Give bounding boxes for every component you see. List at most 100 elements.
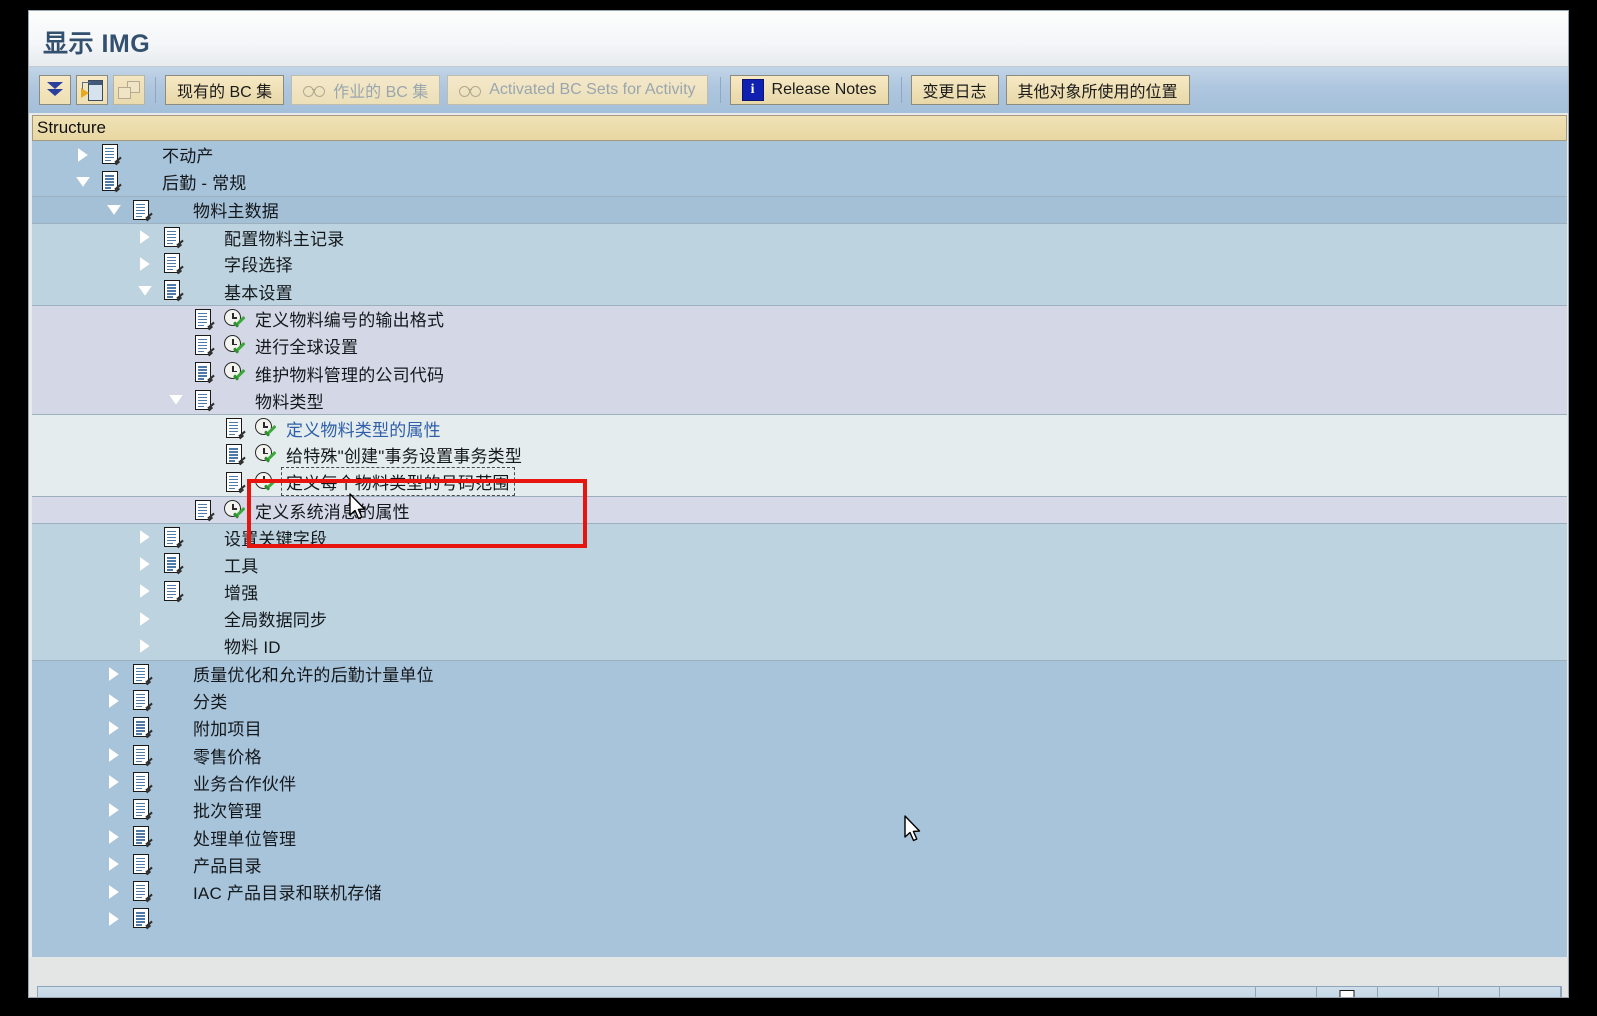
tree-row-label[interactable]: 质量优化和允许的后勤计量单位 xyxy=(193,661,434,686)
tree-row[interactable]: 物料类型 xyxy=(32,386,1567,414)
tree-row[interactable]: 增强 xyxy=(32,577,1567,606)
tree-expand-triangle-icon[interactable] xyxy=(138,530,152,545)
tree-row[interactable]: 设置关键字段 xyxy=(32,523,1567,551)
status-cell-window-icon[interactable] xyxy=(1317,987,1378,997)
img-activity-clock-check-icon[interactable] xyxy=(224,335,246,356)
tree-row[interactable]: 产品目录 xyxy=(32,850,1567,879)
tree-expand-triangle-icon[interactable] xyxy=(107,830,121,845)
tree-row[interactable]: 业务合作伙伴 xyxy=(32,768,1567,797)
tree-row[interactable]: 不动产 xyxy=(32,141,1567,169)
tree-row[interactable]: 字段选择 xyxy=(32,250,1567,278)
tree-row-label[interactable]: 零售价格 xyxy=(193,743,262,768)
tree-row-label[interactable]: 物料类型 xyxy=(255,388,324,413)
tree-row[interactable]: 定义物料编号的输出格式 xyxy=(32,304,1567,333)
tree-row-label[interactable]: 不动产 xyxy=(162,142,214,167)
tree-expand-triangle-icon[interactable] xyxy=(138,256,152,271)
tree-row[interactable]: 物料主数据 xyxy=(32,195,1567,223)
tree-row-label[interactable]: 定义物料编号的输出格式 xyxy=(255,306,444,331)
img-activity-clock-check-icon[interactable] xyxy=(255,417,277,439)
existing-bc-sets-button[interactable]: 现有的 BC 集 xyxy=(165,75,285,105)
tree-expand-triangle-icon[interactable] xyxy=(107,775,121,790)
img-activity-clock-check-icon[interactable] xyxy=(224,499,246,521)
tree-row[interactable]: 配置物料主记录 xyxy=(32,222,1567,251)
tree-row[interactable]: 附加项目 xyxy=(32,714,1567,742)
tree-row-label[interactable]: 业务合作伙伴 xyxy=(193,770,296,795)
release-notes-button[interactable]: i Release Notes xyxy=(729,75,889,105)
tree-row-label[interactable]: 工具 xyxy=(224,552,258,577)
tree-row-label[interactable]: 物料主数据 xyxy=(193,197,279,222)
tree-expand-triangle-icon[interactable] xyxy=(107,857,121,872)
tree-row[interactable]: 基本设置 xyxy=(32,277,1567,305)
tree-row-label[interactable]: 设置关键字段 xyxy=(224,525,327,550)
img-activity-clock-check-icon[interactable] xyxy=(224,362,246,383)
tree-row-label[interactable]: 附加项目 xyxy=(193,715,262,740)
tree-row-label[interactable]: 产品目录 xyxy=(193,852,262,877)
tree-row[interactable]: 零售价格 xyxy=(32,741,1567,769)
tree-row-label[interactable]: 物料 ID xyxy=(224,633,281,658)
img-structure-tree[interactable]: 不动产 后勤 - 常规物料主数据配置物料主记录 字段选择基本设置 定义物料编号的输出格… xyxy=(32,141,1567,957)
tree-row[interactable]: IAC 产品目录和联机存储 xyxy=(32,878,1567,906)
tree-row-label[interactable]: IAC 产品目录和联机存储 xyxy=(193,879,382,904)
bc-sets-for-activity-button[interactable]: 作业的 BC 集 xyxy=(291,75,441,105)
img-activity-clock-check-icon[interactable] xyxy=(255,444,277,465)
tree-expand-triangle-icon[interactable] xyxy=(107,884,121,899)
status-cell-3[interactable] xyxy=(1439,987,1500,997)
tree-row-label[interactable]: 批次管理 xyxy=(193,797,262,822)
tree-row-label[interactable]: 给特殊"创建"事务设置事务类型 xyxy=(286,442,522,467)
tree-row-label[interactable]: 定义物料类型的属性 xyxy=(286,416,441,441)
tree-row[interactable]: 质量优化和允许的后勤计量单位 xyxy=(32,659,1567,687)
tree-collapse-triangle-icon[interactable] xyxy=(169,393,183,407)
tree-row[interactable]: 物料 ID xyxy=(32,632,1567,660)
img-activity-clock-check-icon[interactable] xyxy=(255,471,277,493)
tree-expand-triangle-icon[interactable] xyxy=(138,230,152,245)
tree-row-label[interactable]: 定义每个物料类型的号码范围 xyxy=(281,467,515,497)
tree-row-label[interactable]: 处理单位管理 xyxy=(193,825,296,850)
tree-row-label[interactable]: 字段选择 xyxy=(224,251,293,276)
img-activity-clock-check-icon[interactable] xyxy=(224,308,246,330)
status-cell-4[interactable] xyxy=(1500,987,1561,997)
tree-row[interactable]: 后勤 - 常规 xyxy=(32,168,1567,196)
tree-row-label[interactable]: 基本设置 xyxy=(224,279,293,304)
tree-expand-triangle-icon[interactable] xyxy=(107,693,121,708)
status-cell-2[interactable] xyxy=(1378,987,1439,997)
tree-row-label[interactable]: 增强 xyxy=(224,579,258,604)
tree-row[interactable]: 定义每个物料类型的号码范围 xyxy=(32,467,1567,497)
tree-expand-triangle-icon[interactable] xyxy=(138,584,152,599)
tree-row[interactable]: 处理单位管理 xyxy=(32,823,1567,851)
tree-row[interactable]: 工具 xyxy=(32,550,1567,578)
change-log-button[interactable]: 变更日志 xyxy=(910,75,999,105)
tree-expand-triangle-icon[interactable] xyxy=(107,911,121,926)
tree-expand-triangle-icon[interactable] xyxy=(107,666,121,681)
expand-all-button[interactable] xyxy=(39,75,71,105)
where-used-button[interactable]: 其他对象所使用的位置 xyxy=(1005,75,1190,105)
tree-expand-triangle-icon[interactable] xyxy=(138,557,152,572)
tree-row[interactable]: 批次管理 xyxy=(32,796,1567,824)
tree-row[interactable]: 定义系统消息的属性 xyxy=(32,495,1567,524)
tree-collapse-triangle-icon[interactable] xyxy=(138,284,152,298)
tree-collapse-triangle-icon[interactable] xyxy=(76,175,90,189)
tree-expand-triangle-icon[interactable] xyxy=(107,748,121,763)
activated-bc-sets-button[interactable]: Activated BC Sets for Activity xyxy=(447,75,708,105)
tree-expand-triangle-icon[interactable] xyxy=(107,720,121,735)
tree-row[interactable]: 定义物料类型的属性 xyxy=(32,413,1567,442)
tree-row[interactable]: 进行全球设置 xyxy=(32,332,1567,360)
tree-collapse-triangle-icon[interactable] xyxy=(107,203,121,217)
tree-row[interactable]: 全局数据同步 xyxy=(32,605,1567,633)
tree-expand-triangle-icon[interactable] xyxy=(138,638,152,653)
tree-expand-triangle-icon[interactable] xyxy=(76,147,90,162)
tree-row[interactable]: 维护物料管理的公司代码 xyxy=(32,359,1567,387)
tree-row[interactable]: 给特殊"创建"事务设置事务类型 xyxy=(32,441,1567,469)
tree-expand-triangle-icon[interactable] xyxy=(107,802,121,817)
tree-row-label[interactable]: 维护物料管理的公司代码 xyxy=(255,361,444,386)
tree-row-label[interactable]: 全局数据同步 xyxy=(224,606,327,631)
tree-row-label[interactable]: 进行全球设置 xyxy=(255,333,358,358)
detail-window-button[interactable] xyxy=(76,75,108,105)
tree-row-label[interactable]: 后勤 - 常规 xyxy=(162,169,247,194)
tree-row[interactable] xyxy=(32,905,1567,933)
tree-row-label[interactable]: 分类 xyxy=(193,688,227,713)
tree-row[interactable]: 分类 xyxy=(32,686,1567,715)
tree-expand-triangle-icon[interactable] xyxy=(138,611,152,626)
tree-row-label[interactable]: 配置物料主记录 xyxy=(224,225,344,250)
tree-row-label[interactable]: 定义系统消息的属性 xyxy=(255,498,410,523)
status-cell-1[interactable] xyxy=(1256,987,1317,997)
